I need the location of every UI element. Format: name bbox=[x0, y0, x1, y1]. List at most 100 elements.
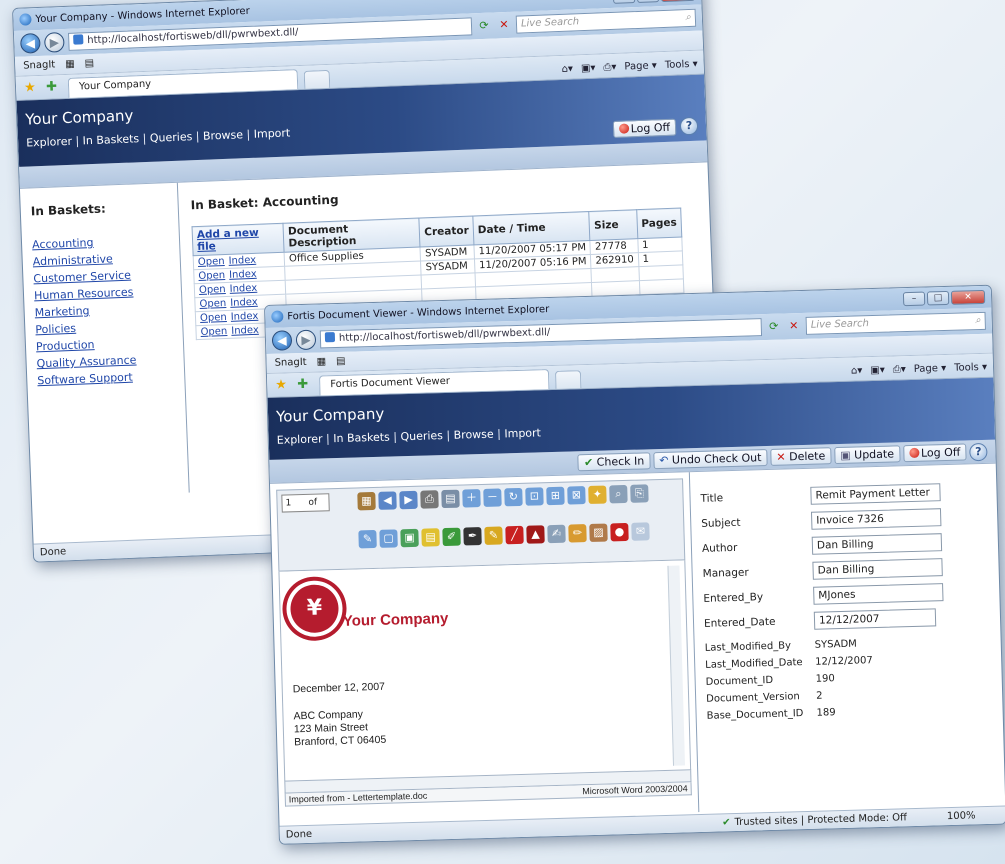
search-icon[interactable]: ⌕ bbox=[685, 10, 691, 26]
refresh-icon[interactable]: ⟳ bbox=[476, 18, 493, 35]
subject-field[interactable]: Invoice 7326 bbox=[810, 507, 942, 530]
page-menu[interactable]: Page ▾ bbox=[914, 363, 947, 375]
capture-icon[interactable]: ▤ bbox=[84, 58, 94, 69]
close-button[interactable]: ✕ bbox=[950, 289, 986, 305]
line-icon[interactable]: ╱ bbox=[505, 525, 524, 544]
index-link[interactable]: Index bbox=[231, 325, 259, 337]
search-input[interactable]: Live Search ⌕ bbox=[515, 8, 697, 34]
favorites-star-icon[interactable]: ★ bbox=[24, 80, 41, 97]
col-creator[interactable]: Creator bbox=[419, 215, 474, 247]
search-input[interactable]: Live Search ⌕ bbox=[805, 311, 986, 335]
snagit-link[interactable]: SnagIt bbox=[274, 357, 306, 369]
new-tab-button[interactable] bbox=[554, 370, 582, 389]
nav-explorer[interactable]: Explorer bbox=[26, 135, 72, 150]
fit-width-icon[interactable]: ⊞ bbox=[546, 486, 565, 506]
feeds-icon[interactable]: ▣▾ bbox=[581, 63, 596, 75]
forward-button[interactable]: ▶ bbox=[295, 329, 317, 351]
nav-in-baskets[interactable]: In Baskets bbox=[82, 132, 139, 147]
highlighter-yellow-icon[interactable]: ✎ bbox=[484, 525, 503, 545]
col-pages[interactable]: Pages bbox=[636, 207, 682, 239]
page-number-input[interactable]: 1 of bbox=[281, 493, 330, 513]
check-in-button[interactable]: ✔ Check In bbox=[577, 452, 651, 472]
highlighter-green-icon[interactable]: ✐ bbox=[442, 527, 461, 546]
maximize-button[interactable]: □ bbox=[926, 290, 950, 306]
nav-in-baskets[interactable]: In Baskets bbox=[333, 431, 390, 446]
entered-by-field[interactable]: MJones bbox=[813, 582, 944, 605]
nav-import[interactable]: Import bbox=[253, 126, 290, 140]
magic-wand-icon[interactable]: ✦ bbox=[588, 485, 607, 505]
grid-icon[interactable]: ▦ bbox=[316, 356, 326, 367]
stop-icon[interactable]: ✕ bbox=[496, 17, 513, 34]
log-off-button[interactable]: Log Off bbox=[612, 118, 677, 138]
new-tab-button[interactable] bbox=[303, 69, 331, 89]
search-icon[interactable]: ⌕ bbox=[975, 313, 981, 329]
delete-button[interactable]: ✕ Delete bbox=[770, 447, 832, 466]
security-zone[interactable]: Trusted sites | Protected Mode: Off bbox=[734, 809, 907, 831]
signature-icon[interactable]: ✍ bbox=[547, 524, 566, 543]
favorites-star-icon[interactable]: ★ bbox=[275, 377, 291, 393]
back-button[interactable]: ◀ bbox=[271, 330, 293, 351]
tools-menu[interactable]: Tools ▾ bbox=[954, 362, 987, 374]
refresh-icon[interactable]: ⟳ bbox=[766, 319, 782, 335]
open-link[interactable]: Open bbox=[198, 270, 225, 282]
add-favorites-icon[interactable]: ✚ bbox=[297, 377, 313, 393]
redact-icon[interactable]: ▨ bbox=[589, 523, 608, 542]
pen-icon[interactable]: ✒ bbox=[463, 526, 482, 546]
nav-queries[interactable]: Queries bbox=[150, 130, 193, 145]
home-icon[interactable]: ⌂▾ bbox=[851, 365, 863, 376]
entered-date-field[interactable]: 12/12/2007 bbox=[813, 607, 937, 630]
index-link[interactable]: Index bbox=[229, 269, 257, 281]
nav-browse[interactable]: Browse bbox=[453, 428, 493, 442]
minimize-button[interactable]: – bbox=[612, 0, 636, 4]
index-link[interactable]: Index bbox=[229, 283, 257, 295]
forward-button[interactable]: ▶ bbox=[43, 32, 65, 53]
tools-menu[interactable]: Tools ▾ bbox=[665, 59, 698, 71]
capture-icon[interactable]: ▤ bbox=[336, 356, 346, 367]
title-field[interactable]: Remit Payment Letter bbox=[810, 482, 941, 505]
nav-explorer[interactable]: Explorer bbox=[277, 432, 323, 446]
nav-browse[interactable]: Browse bbox=[203, 128, 244, 143]
page-icon[interactable]: ▢ bbox=[379, 528, 398, 548]
record-icon[interactable]: ● bbox=[610, 522, 629, 541]
rotate-icon[interactable]: ↻ bbox=[504, 487, 523, 507]
browser-window-document-viewer[interactable]: Fortis Document Viewer - Windows Interne… bbox=[264, 284, 1005, 845]
open-link[interactable]: Open bbox=[200, 312, 227, 324]
col-date-time[interactable]: Date / Time bbox=[472, 211, 591, 245]
author-field[interactable]: Dan Billing bbox=[811, 532, 943, 555]
help-icon[interactable]: ? bbox=[969, 442, 988, 461]
undo-check-out-button[interactable]: ↶ Undo Check Out bbox=[653, 449, 768, 470]
index-link[interactable]: Index bbox=[228, 255, 256, 267]
grid-icon[interactable]: ▦ bbox=[65, 59, 75, 70]
pencil-icon[interactable]: ✏ bbox=[568, 523, 587, 543]
snagit-link[interactable]: SnagIt bbox=[23, 59, 55, 71]
back-button[interactable]: ◀ bbox=[19, 32, 41, 54]
open-link[interactable]: Open bbox=[198, 256, 225, 268]
nav-import[interactable]: Import bbox=[504, 426, 541, 440]
magnifier-icon[interactable]: ⌕ bbox=[609, 484, 628, 504]
zoom-out-icon[interactable]: － bbox=[483, 488, 502, 507]
actual-size-icon[interactable]: ⊠ bbox=[567, 486, 586, 505]
scan-icon[interactable]: ▤ bbox=[441, 489, 460, 509]
print-icon[interactable]: ⎙ bbox=[420, 490, 439, 509]
close-button[interactable]: ✕ bbox=[660, 0, 696, 3]
stop-icon[interactable]: ✕ bbox=[786, 318, 802, 334]
update-button[interactable]: ▣ Update bbox=[834, 445, 901, 465]
next-page-icon[interactable]: ▶ bbox=[399, 490, 418, 510]
page-menu[interactable]: Page ▾ bbox=[624, 60, 657, 72]
annotation-icon[interactable]: ✎ bbox=[358, 529, 377, 548]
open-link[interactable]: Open bbox=[199, 298, 226, 310]
add-favorites-icon[interactable]: ✚ bbox=[46, 79, 63, 96]
col-size[interactable]: Size bbox=[589, 209, 638, 241]
help-icon[interactable]: ? bbox=[679, 116, 699, 136]
copy-icon[interactable]: ⎘ bbox=[630, 484, 649, 503]
maximize-button[interactable]: □ bbox=[636, 0, 660, 3]
fit-page-icon[interactable]: ⊡ bbox=[525, 487, 544, 506]
stamp-icon[interactable]: ▲ bbox=[526, 524, 545, 544]
index-link[interactable]: Index bbox=[231, 311, 259, 323]
zoom-level[interactable]: 100% bbox=[947, 807, 976, 825]
nav-queries[interactable]: Queries bbox=[400, 429, 443, 443]
manager-field[interactable]: Dan Billing bbox=[812, 557, 943, 580]
open-link[interactable]: Open bbox=[199, 284, 226, 296]
email-icon[interactable]: ✉ bbox=[631, 521, 650, 541]
zoom-in-icon[interactable]: ＋ bbox=[462, 489, 481, 508]
